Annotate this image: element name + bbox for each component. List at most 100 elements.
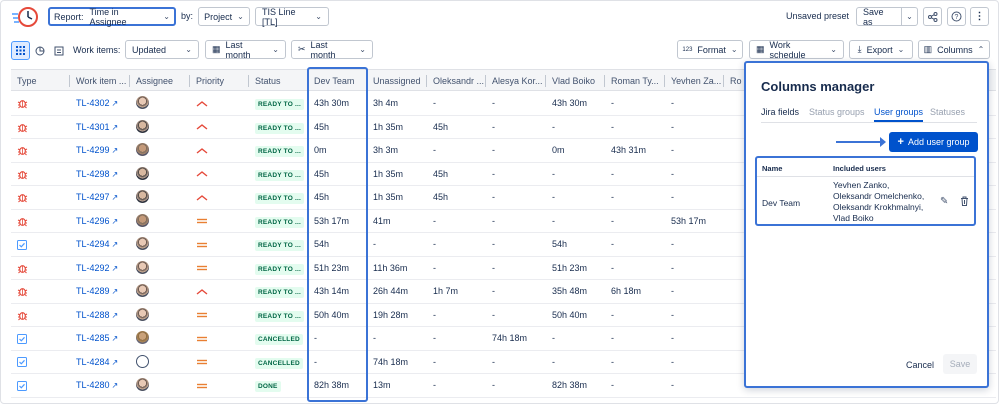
avatar[interactable] bbox=[136, 213, 149, 227]
external-link-icon: ↗ bbox=[111, 334, 119, 343]
work-item-link[interactable]: TL-4299 ↗ bbox=[70, 139, 130, 162]
time-cell-yevhen: - bbox=[671, 239, 674, 249]
add-user-group-button[interactable]: + Add user group bbox=[889, 132, 978, 152]
type-cell bbox=[11, 233, 70, 256]
avatar[interactable] bbox=[136, 119, 149, 133]
columns-button[interactable]: ▥ Columns ⌃ bbox=[918, 40, 990, 59]
column-header[interactable]: Status bbox=[249, 70, 308, 92]
work-item-link[interactable]: TL-4280 ↗ bbox=[70, 374, 130, 397]
work-items-select[interactable]: Updated ⌄ bbox=[125, 40, 199, 59]
work-item-link[interactable]: TL-4292 ↗ bbox=[70, 257, 130, 280]
col-name-header: Name bbox=[762, 164, 783, 173]
tab-jira-fields[interactable]: Jira fields bbox=[761, 107, 799, 117]
avatar[interactable] bbox=[136, 331, 149, 345]
save-as-button[interactable]: Save as bbox=[856, 7, 902, 27]
share-button[interactable] bbox=[923, 7, 942, 26]
priority-cell bbox=[190, 210, 249, 233]
group-by-select[interactable]: Project ⌄ bbox=[198, 7, 250, 26]
time-cell-dev: 45h bbox=[314, 168, 330, 179]
column-header[interactable]: Assignee bbox=[130, 70, 190, 92]
help-icon: ? bbox=[951, 11, 962, 22]
tab-status-groups[interactable]: Status groups bbox=[809, 107, 865, 117]
work-item-link[interactable]: TL-4289 ↗ bbox=[70, 280, 130, 303]
chart-view-button[interactable] bbox=[30, 41, 49, 60]
grid-view-button[interactable] bbox=[11, 41, 30, 60]
list-view-button[interactable] bbox=[49, 41, 68, 60]
assignee-cell bbox=[130, 351, 190, 374]
assignee-cell bbox=[130, 186, 190, 209]
work-item-key: TL-4288 bbox=[76, 309, 110, 320]
column-header[interactable]: Alesya Kor... bbox=[486, 70, 546, 92]
avatar[interactable] bbox=[136, 307, 149, 321]
work-item-link[interactable]: TL-4288 ↗ bbox=[70, 304, 130, 327]
tab-statuses[interactable]: Statuses bbox=[930, 107, 965, 117]
column-header[interactable]: Roman Ty... bbox=[605, 70, 665, 92]
time-cell-unassigned: - bbox=[373, 333, 376, 343]
save-button[interactable]: Save bbox=[943, 354, 977, 374]
status-badge: READY TO ... bbox=[255, 99, 304, 110]
work-item-link[interactable]: TL-4302 ↗ bbox=[70, 92, 130, 115]
group-user: Yevhen Zanko, bbox=[833, 180, 890, 190]
work-item-key: TL-4296 bbox=[76, 215, 110, 226]
bug-icon bbox=[17, 194, 28, 203]
time-cell-unassigned: 1h 35m bbox=[373, 168, 404, 179]
work-item-link[interactable]: TL-4284 ↗ bbox=[70, 351, 130, 374]
avatar[interactable] bbox=[136, 354, 149, 368]
date-filter-1[interactable]: ▦ Last month ⌄ bbox=[205, 40, 286, 60]
priority-high-icon bbox=[196, 100, 208, 107]
work-item-link[interactable]: TL-4296 ↗ bbox=[70, 210, 130, 233]
date-filter-2[interactable]: ✂ Last month ⌄ bbox=[291, 40, 373, 60]
time-cell-roman: - bbox=[611, 309, 614, 320]
work-item-key: TL-4294 bbox=[76, 239, 110, 249]
status-cell: READY TO ... bbox=[249, 139, 308, 162]
time-cell-oleksandr: - bbox=[433, 239, 436, 249]
work-item-link[interactable]: TL-4285 ↗ bbox=[70, 327, 130, 350]
tab-user-groups[interactable]: User groups bbox=[874, 107, 924, 122]
task-icon bbox=[17, 357, 27, 368]
column-header[interactable]: Work item ... bbox=[70, 70, 130, 92]
time-cell-vlad: 43h 30m bbox=[552, 98, 588, 108]
work-item-link[interactable]: TL-4294 ↗ bbox=[70, 233, 130, 256]
column-header[interactable]: Vlad Boiko bbox=[546, 70, 605, 92]
assignee-cell bbox=[130, 233, 190, 256]
edit-icon[interactable]: ✎ bbox=[940, 196, 948, 207]
work-item-link[interactable]: TL-4301 ↗ bbox=[70, 116, 130, 139]
avatar[interactable] bbox=[136, 143, 149, 157]
column-header[interactable]: Dev Team bbox=[308, 70, 367, 92]
tab-divider bbox=[761, 122, 977, 123]
avatar[interactable] bbox=[136, 96, 149, 110]
time-cell-roman: 43h 31m bbox=[611, 145, 647, 155]
avatar[interactable] bbox=[136, 237, 149, 251]
work-item-link[interactable]: TL-4298 ↗ bbox=[70, 163, 130, 186]
bug-icon bbox=[17, 217, 28, 226]
trash-icon[interactable] bbox=[960, 196, 969, 209]
column-header[interactable]: Yevhen Za... bbox=[665, 70, 724, 92]
status-cell: CANCELLED bbox=[249, 327, 308, 350]
project-select[interactable]: TIS Line [TL] ⌄ bbox=[255, 7, 329, 27]
report-select[interactable]: Report: Time in Assignee ⌄ bbox=[48, 7, 176, 27]
time-cell-dev: 0m bbox=[314, 145, 327, 155]
help-button[interactable]: ? bbox=[947, 7, 966, 26]
type-cell bbox=[11, 374, 70, 397]
more-button[interactable]: ⋮ bbox=[970, 7, 989, 26]
time-cell-yevhen: - bbox=[671, 121, 674, 132]
avatar[interactable] bbox=[136, 166, 149, 180]
avatar[interactable] bbox=[136, 284, 149, 298]
cancel-button[interactable]: Cancel bbox=[906, 360, 934, 370]
work-schedule-button[interactable]: ▦ Work schedule ⌄ bbox=[749, 40, 844, 60]
time-cell-alesya: - bbox=[492, 192, 495, 202]
avatar[interactable] bbox=[136, 260, 149, 274]
column-header[interactable]: Unassigned bbox=[367, 70, 427, 92]
avatar[interactable] bbox=[136, 190, 149, 204]
group-name: Dev Team bbox=[762, 198, 801, 208]
work-item-link[interactable]: TL-4297 ↗ bbox=[70, 186, 130, 209]
status-badge: CANCELLED bbox=[255, 334, 303, 345]
column-header[interactable]: Priority bbox=[190, 70, 249, 92]
export-button[interactable]: ⤓ Export ⌄ bbox=[849, 40, 913, 59]
column-header[interactable]: Type bbox=[11, 70, 70, 92]
format-button[interactable]: 123 Format ⌄ bbox=[677, 40, 743, 59]
column-header[interactable]: Oleksandr ... bbox=[427, 70, 486, 92]
avatar[interactable] bbox=[136, 378, 149, 392]
save-as-dropdown[interactable]: ⌄ bbox=[901, 7, 918, 26]
status-cell: READY TO ... bbox=[249, 186, 308, 209]
